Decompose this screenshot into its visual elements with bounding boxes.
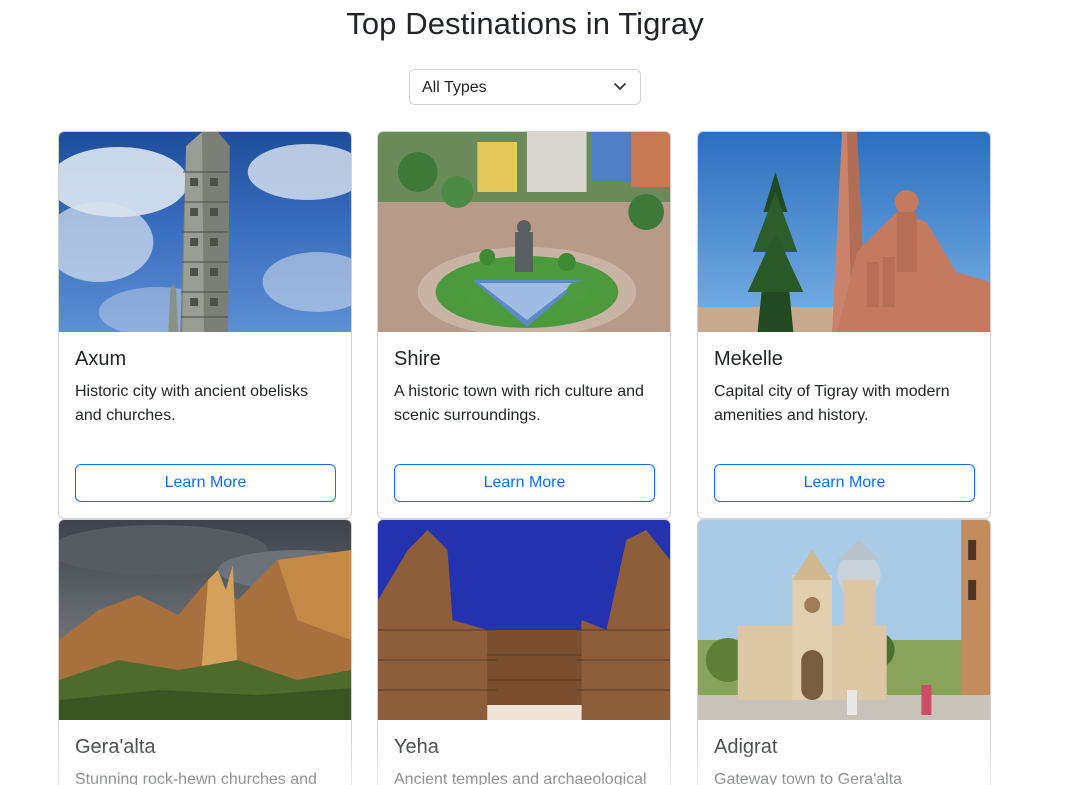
destination-name: Shire — [394, 348, 441, 370]
destination-name: Yeha — [394, 736, 439, 758]
destination-description: Ancient temples and archaeological — [394, 771, 647, 785]
chevron-down-icon — [614, 83, 626, 90]
destination-card-shire: Shire A historic town with rich culture … — [377, 131, 671, 519]
destination-image — [698, 520, 990, 720]
destination-card-yeha: Yeha Ancient temples and archaeological — [377, 519, 671, 785]
destination-name: Adigrat — [714, 736, 778, 758]
destination-description: Historic city with ancient obelisks and … — [75, 383, 308, 424]
destination-card-mekelle: Mekelle Capital city of Tigray with mode… — [697, 131, 991, 519]
type-filter-value: All Types — [422, 79, 487, 96]
destination-name: Gera'alta — [75, 736, 156, 758]
destination-image — [59, 132, 351, 332]
destination-image — [378, 520, 670, 720]
learn-more-button[interactable]: Learn More — [75, 464, 336, 502]
destination-card-geraalta: Gera'alta Stunning rock-hewn churches an… — [58, 519, 352, 785]
destination-image — [59, 520, 351, 720]
destination-card-adigrat: Adigrat Gateway town to Gera'alta — [697, 519, 991, 785]
page: Top Destinations in Tigray All Types Axu… — [0, 0, 1083, 785]
page-title: Top Destinations in Tigray — [346, 6, 704, 41]
destination-image — [698, 132, 990, 332]
destination-description: Stunning rock-hewn churches and — [75, 771, 317, 785]
destination-description: Gateway town to Gera'alta — [714, 771, 903, 785]
destination-card-axum: Axum Historic city with ancient obelisks… — [58, 131, 352, 519]
type-filter-select[interactable]: All Types — [409, 69, 641, 105]
learn-more-button[interactable]: Learn More — [394, 464, 655, 502]
learn-more-button[interactable]: Learn More — [714, 464, 975, 502]
destination-name: Mekelle — [714, 348, 783, 370]
destination-description: Capital city of Tigray with modern ameni… — [714, 383, 950, 424]
destination-image — [378, 132, 670, 332]
destination-name: Axum — [75, 348, 127, 370]
destination-description: A historic town with rich culture and sc… — [394, 383, 644, 424]
